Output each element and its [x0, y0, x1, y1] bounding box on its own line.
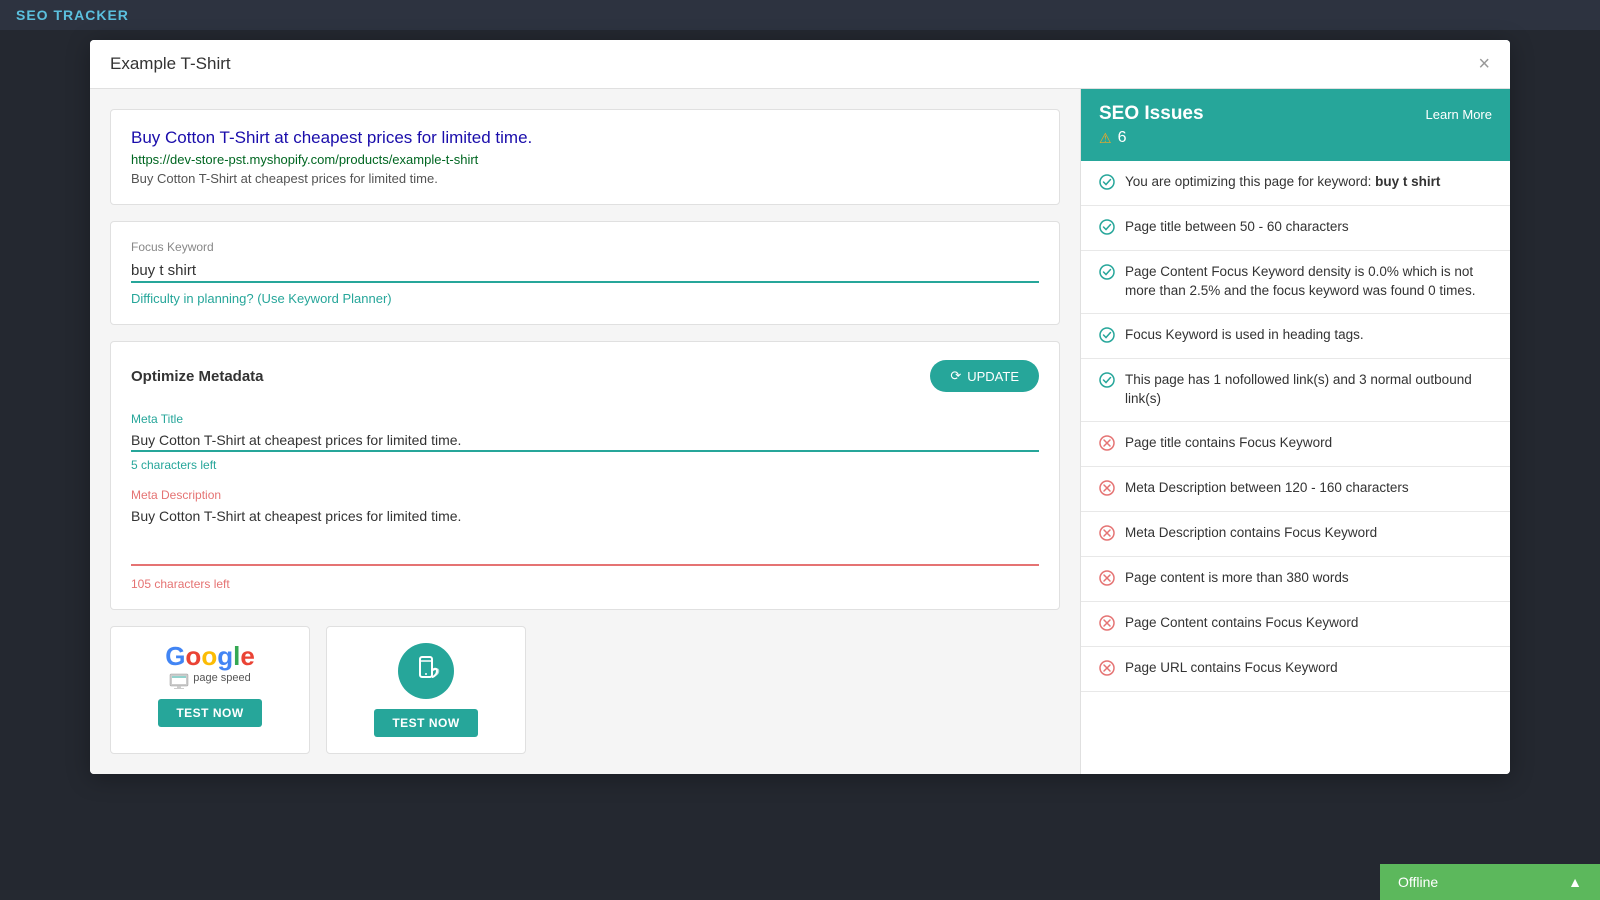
update-label: UPDATE — [967, 369, 1019, 384]
focus-keyword-card: Focus Keyword Difficulty in planning? (U… — [110, 221, 1060, 325]
seo-warning-count: 6 — [1118, 129, 1127, 147]
meta-title-input[interactable] — [131, 430, 1039, 452]
meta-desc-chars-left: 105 characters left — [131, 577, 1039, 591]
seo-item-text: This page has 1 nofollowed link(s) and 3… — [1125, 371, 1492, 409]
seo-item: Page title contains Focus Keyword — [1081, 422, 1510, 467]
x-circle-icon — [1099, 525, 1115, 544]
modal-title: Example T-Shirt — [110, 54, 231, 74]
seo-panel-title: SEO Issues — [1099, 103, 1204, 125]
seo-header-top: SEO Issues Learn More — [1099, 103, 1492, 125]
meta-desc-label: Meta Description — [131, 488, 1039, 502]
g-letter-o1: o — [185, 641, 201, 671]
close-button[interactable]: × — [1478, 54, 1490, 74]
seo-item: Meta Description contains Focus Keyword — [1081, 512, 1510, 557]
g-letter-e: e — [240, 641, 254, 671]
check-circle-icon — [1099, 372, 1115, 391]
seo-warning: ⚠ 6 — [1099, 129, 1492, 147]
seo-item-text: You are optimizing this page for keyword… — [1125, 173, 1440, 192]
update-button[interactable]: ⟳ UPDATE — [930, 360, 1039, 392]
seo-items-list: You are optimizing this page for keyword… — [1081, 161, 1510, 774]
g-letter-g: G — [165, 641, 185, 671]
seo-item-text: Focus Keyword is used in heading tags. — [1125, 326, 1364, 345]
offline-badge[interactable]: Offline ▲ — [1380, 864, 1600, 900]
seo-item-text: Page content is more than 380 words — [1125, 569, 1349, 588]
x-circle-icon — [1099, 660, 1115, 679]
check-circle-icon — [1099, 327, 1115, 346]
modal-header: Example T-Shirt × — [90, 40, 1510, 89]
optimize-metadata-card: Optimize Metadata ⟳ UPDATE Meta Title 5 … — [110, 341, 1060, 610]
offline-arrow: ▲ — [1568, 874, 1582, 890]
google-logo: Google page speed — [165, 643, 255, 689]
seo-item: Meta Description between 120 - 160 chara… — [1081, 467, 1510, 512]
mobile-icon — [398, 643, 454, 699]
meta-title-chars-left: 5 characters left — [131, 458, 1039, 472]
pagespeed-icon — [169, 671, 189, 689]
keyword-planner-link[interactable]: Difficulty in planning? (Use Keyword Pla… — [131, 291, 1039, 306]
seo-item-text: Page URL contains Focus Keyword — [1125, 659, 1338, 678]
topbar: SEO TRACKER — [0, 0, 1600, 30]
preview-url: https://dev-store-pst.myshopify.com/prod… — [131, 152, 1039, 167]
g-letter-o2: o — [201, 641, 217, 671]
g-letter-g2: g — [217, 641, 233, 671]
offline-label: Offline — [1398, 874, 1438, 890]
update-icon: ⟳ — [950, 368, 961, 384]
check-circle-icon — [1099, 219, 1115, 238]
bottom-cards: Google page speed — [110, 626, 1060, 754]
topbar-logo: SEO TRACKER — [16, 7, 129, 23]
check-circle-icon — [1099, 264, 1115, 283]
meta-title-label: Meta Title — [131, 412, 1039, 426]
modal-body: Buy Cotton T-Shirt at cheapest prices fo… — [90, 89, 1510, 774]
seo-item: You are optimizing this page for keyword… — [1081, 161, 1510, 206]
warning-icon: ⚠ — [1099, 130, 1112, 147]
seo-item: Page URL contains Focus Keyword — [1081, 647, 1510, 692]
mobile-svg — [410, 655, 442, 687]
preview-link-title[interactable]: Buy Cotton T-Shirt at cheapest prices fo… — [131, 128, 1039, 148]
seo-item: This page has 1 nofollowed link(s) and 3… — [1081, 359, 1510, 422]
seo-item: Page content is more than 380 words — [1081, 557, 1510, 602]
google-test-now-button[interactable]: TEST NOW — [158, 699, 261, 727]
seo-panel: SEO Issues Learn More ⚠ 6 You are optimi… — [1080, 89, 1510, 774]
optimize-title: Optimize Metadata — [131, 368, 264, 385]
meta-desc-input[interactable] — [131, 506, 1039, 566]
seo-item-text: Page Content contains Focus Keyword — [1125, 614, 1358, 633]
seo-header: SEO Issues Learn More ⚠ 6 — [1081, 89, 1510, 161]
preview-description: Buy Cotton T-Shirt at cheapest prices fo… — [131, 171, 1039, 186]
seo-item-text: Page Content Focus Keyword density is 0.… — [1125, 263, 1492, 301]
seo-item: Page Content contains Focus Keyword — [1081, 602, 1510, 647]
seo-item-text: Meta Description between 120 - 160 chara… — [1125, 479, 1409, 498]
main-panel: Buy Cotton T-Shirt at cheapest prices fo… — [90, 89, 1080, 774]
seo-item-text: Page title contains Focus Keyword — [1125, 434, 1332, 453]
mobile-speed-card: TEST NOW — [326, 626, 526, 754]
modal: Example T-Shirt × Buy Cotton T-Shirt at … — [90, 40, 1510, 774]
focus-keyword-input[interactable] — [131, 260, 1039, 283]
x-circle-icon — [1099, 480, 1115, 499]
x-circle-icon — [1099, 615, 1115, 634]
focus-keyword-label: Focus Keyword — [131, 240, 1039, 254]
preview-card: Buy Cotton T-Shirt at cheapest prices fo… — [110, 109, 1060, 205]
x-circle-icon — [1099, 435, 1115, 454]
seo-item: Page Content Focus Keyword density is 0.… — [1081, 251, 1510, 314]
seo-item: Page title between 50 - 60 characters — [1081, 206, 1510, 251]
optimize-header: Optimize Metadata ⟳ UPDATE — [131, 360, 1039, 392]
modal-overlay: Example T-Shirt × Buy Cotton T-Shirt at … — [0, 30, 1600, 900]
seo-item: Focus Keyword is used in heading tags. — [1081, 314, 1510, 359]
google-pagespeed-card: Google page speed — [110, 626, 310, 754]
seo-item-text: Page title between 50 - 60 characters — [1125, 218, 1349, 237]
pagespeed-label: page speed — [193, 672, 251, 684]
check-circle-icon — [1099, 174, 1115, 193]
x-circle-icon — [1099, 570, 1115, 589]
seo-item-text: Meta Description contains Focus Keyword — [1125, 524, 1377, 543]
mobile-test-now-button[interactable]: TEST NOW — [374, 709, 477, 737]
learn-more-link[interactable]: Learn More — [1426, 107, 1492, 122]
